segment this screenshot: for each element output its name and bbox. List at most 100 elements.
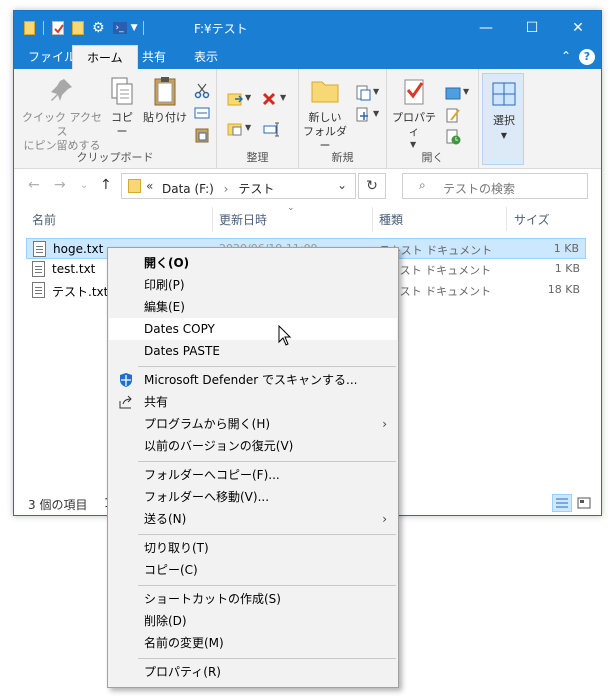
sort-chevron-icon: ⌄ <box>287 203 295 213</box>
chevron-down-icon[interactable]: ▼ <box>131 23 138 33</box>
easy-access-icon[interactable] <box>355 107 371 123</box>
properties-label: プロパティ <box>392 111 436 138</box>
properties-icon <box>398 75 430 107</box>
menu-item-properties[interactable]: プロパティ(R) <box>109 661 397 683</box>
powershell-icon[interactable]: ›_ <box>112 22 127 34</box>
large-icons-view-icon <box>577 497 591 509</box>
move-to-icon[interactable] <box>227 91 244 107</box>
delete-icon[interactable] <box>261 91 277 107</box>
history-icon[interactable] <box>445 129 461 145</box>
menu-item-edit[interactable]: 編集(E) <box>109 296 397 318</box>
chevron-down-icon[interactable]: ▼ <box>373 109 379 118</box>
chevron-down-icon[interactable]: ⌄ <box>337 178 347 192</box>
copy-to-icon[interactable] <box>227 121 243 137</box>
column-header-type[interactable]: 種類 <box>379 211 403 228</box>
large-icons-view-button[interactable] <box>574 494 594 512</box>
clipboard-group: クイック アクセス にピン留めする コピー 貼り付け クリップボード <box>14 69 217 169</box>
open-icon[interactable] <box>445 85 461 101</box>
recent-chevron-icon[interactable]: ⌄ <box>80 180 88 191</box>
menu-item-open-with[interactable]: プログラムから開く(H) › <box>109 413 397 435</box>
help-icon[interactable]: ? <box>579 49 595 65</box>
copy-button[interactable]: コピー <box>106 75 138 139</box>
address-bar[interactable]: « Data (F:) › テスト ⌄ <box>121 173 356 199</box>
select-button[interactable]: 選択 ▼ <box>482 73 524 165</box>
paste-button[interactable]: 貼り付け <box>142 75 188 125</box>
menu-separator <box>138 366 396 367</box>
column-header-size[interactable]: サイズ <box>514 211 550 228</box>
menu-item-dates-copy[interactable]: Dates COPY <box>109 318 397 340</box>
breadcrumb-folder[interactable]: テスト <box>238 182 274 196</box>
details-view-icon <box>556 498 568 508</box>
text-file-icon <box>32 261 45 277</box>
menu-item-dates-paste[interactable]: Dates PASTE <box>109 340 397 362</box>
tab-view[interactable]: 表示 <box>180 45 232 69</box>
properties-icon[interactable] <box>52 21 64 35</box>
menu-item-share[interactable]: 共有 <box>109 391 397 413</box>
divider <box>143 21 145 35</box>
file-name: テスト.txt <box>52 285 109 299</box>
copy-icon <box>106 75 138 107</box>
search-icon: ⌕ <box>419 178 426 192</box>
menu-item-print[interactable]: 印刷(P) <box>109 274 397 296</box>
menu-separator <box>138 585 396 586</box>
column-divider[interactable] <box>372 207 373 231</box>
tab-share[interactable]: 共有 <box>128 45 180 69</box>
defender-shield-icon <box>118 372 134 388</box>
chevron-down-icon: ▼ <box>500 131 508 140</box>
menu-item-open[interactable]: 開く(O) <box>109 252 397 274</box>
menu-item-create-shortcut[interactable]: ショートカットの作成(S) <box>109 588 397 610</box>
breadcrumb-separator[interactable]: › <box>224 182 229 196</box>
chevron-down-icon[interactable]: ▼ <box>245 93 251 102</box>
chevron-down-icon[interactable]: ▼ <box>280 93 286 102</box>
menu-item-defender[interactable]: Microsoft Defender でスキャンする... <box>109 369 397 391</box>
close-icon: ✕ <box>572 20 584 36</box>
menu-item-delete[interactable]: 削除(D) <box>109 610 397 632</box>
menu-item-copy[interactable]: コピー(C) <box>109 559 397 581</box>
gear-icon[interactable]: ⚙ <box>92 21 105 35</box>
column-header-date[interactable]: 更新日時 <box>219 211 267 228</box>
window-title: F:¥テスト <box>194 22 248 36</box>
search-input[interactable]: ⌕ テストの検索 <box>402 173 588 199</box>
select-icon <box>488 78 520 110</box>
new-item-icon[interactable] <box>355 85 371 101</box>
scissors-icon[interactable] <box>194 83 210 99</box>
refresh-icon: ↻ <box>366 178 378 194</box>
menu-item-copy-to[interactable]: フォルダーへコピー(F)... <box>109 464 397 486</box>
new-folder-button[interactable]: 新しい フォルダー <box>303 75 347 153</box>
refresh-button[interactable]: ↻ <box>358 173 386 199</box>
back-arrow-icon[interactable]: ← <box>28 177 40 193</box>
chevron-down-icon[interactable]: ▼ <box>373 87 379 96</box>
menu-item-rename[interactable]: 名前の変更(M) <box>109 632 397 654</box>
up-arrow-icon[interactable]: ↑ <box>100 177 112 193</box>
edit-icon[interactable] <box>445 107 461 123</box>
maximize-icon: ☐ <box>525 20 539 36</box>
pin-quick-access-button[interactable]: クイック アクセス にピン留めする <box>18 75 106 153</box>
chevron-down-icon[interactable]: ▼ <box>410 140 416 149</box>
chevron-down-icon[interactable]: ▼ <box>463 87 469 96</box>
menu-item-send-to[interactable]: 送る(N) › <box>109 508 397 530</box>
rename-icon[interactable] <box>263 121 279 137</box>
address-row: ← → ⌄ ↑ « Data (F:) › テスト ⌄ ↻ ⌕ テストの検索 <box>14 169 601 205</box>
new-folder-icon <box>309 75 341 107</box>
close-button[interactable]: ✕ <box>555 11 601 45</box>
copy-path-icon[interactable] <box>194 105 210 121</box>
maximize-button[interactable]: ☐ <box>509 11 555 45</box>
breadcrumb-drive[interactable]: Data (F:) <box>162 182 214 196</box>
column-divider[interactable] <box>506 207 507 231</box>
select-label: 選択 <box>493 114 515 127</box>
chevron-down-icon[interactable]: ▼ <box>245 123 251 132</box>
new-group-label: 新規 <box>331 151 354 164</box>
menu-item-move-to[interactable]: フォルダーへ移動(V)... <box>109 486 397 508</box>
column-header-name[interactable]: 名前 <box>32 211 56 228</box>
forward-arrow-icon[interactable]: → <box>54 177 66 193</box>
minimize-button[interactable]: — <box>463 11 509 45</box>
column-divider[interactable] <box>212 207 213 231</box>
details-view-button[interactable] <box>552 494 572 512</box>
paste-shortcut-icon[interactable] <box>194 127 210 143</box>
menu-item-restore[interactable]: 以前のバージョンの復元(V) <box>109 435 397 457</box>
menu-item-cut[interactable]: 切り取り(T) <box>109 537 397 559</box>
breadcrumb-overflow[interactable]: « <box>146 179 153 193</box>
chevron-up-icon[interactable]: ⌃ <box>561 49 571 63</box>
new-folder-icon[interactable] <box>72 21 84 35</box>
properties-button[interactable]: プロパティ <box>391 75 437 139</box>
